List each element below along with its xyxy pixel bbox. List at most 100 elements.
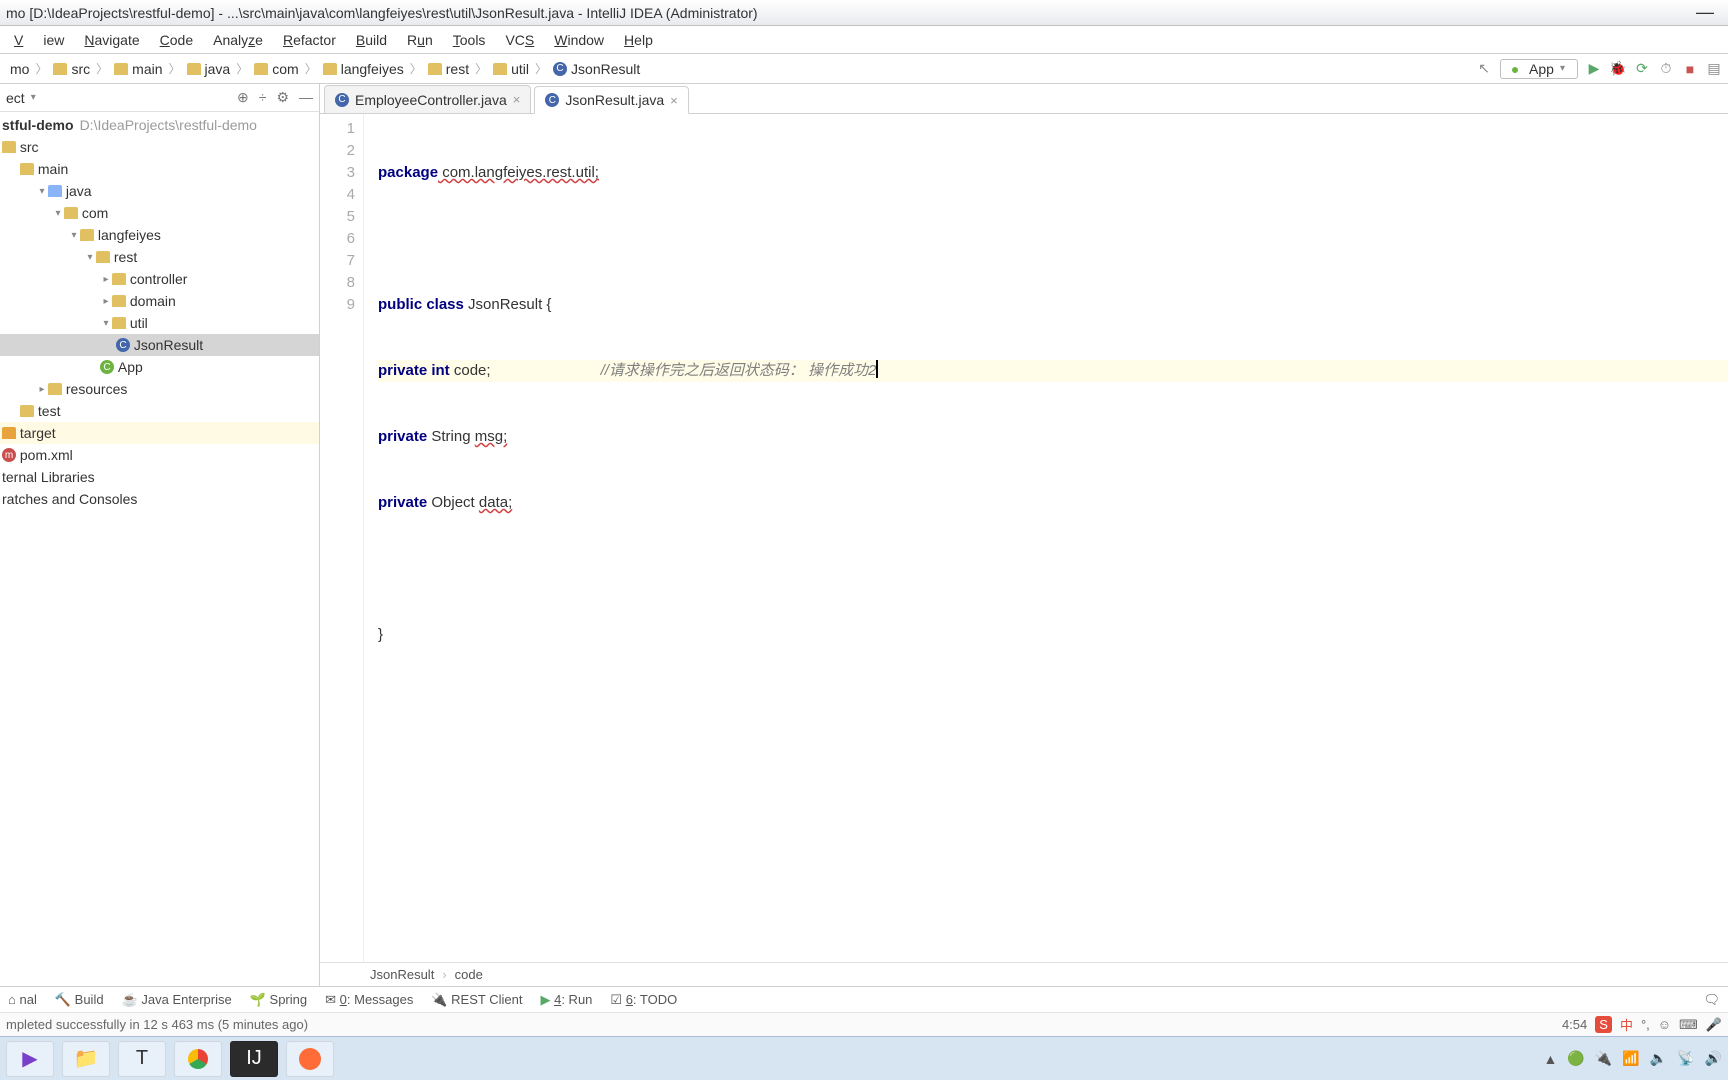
tree-langfeiyes[interactable]: ▾ langfeiyes	[0, 224, 319, 246]
breadcrumbs[interactable]: mo〉 src〉 main〉 java〉 com〉 langfeiyes〉 re…	[6, 60, 644, 78]
task-postman[interactable]	[286, 1041, 334, 1077]
chevron-down-icon[interactable]: ▾	[84, 252, 96, 263]
project-tree[interactable]: stful-demoD:\IdeaProjects\restful-demo s…	[0, 112, 319, 986]
tree-controller[interactable]: ▸ controller	[0, 268, 319, 290]
crumb-main[interactable]: main	[110, 60, 166, 78]
menu-run[interactable]: Run	[397, 29, 443, 51]
tree-app[interactable]: C App	[0, 356, 319, 378]
chevron-down-icon[interactable]: ▾	[36, 186, 48, 197]
menu-view[interactable]: View	[4, 29, 74, 51]
hide-icon[interactable]: —	[299, 89, 313, 106]
menu-refactor[interactable]: Refactor	[273, 29, 346, 51]
chevron-right-icon[interactable]: ▸	[100, 274, 112, 285]
chevron-right-icon[interactable]: ▸	[36, 384, 48, 395]
tree-root[interactable]: stful-demoD:\IdeaProjects\restful-demo	[0, 114, 319, 136]
tree-pom[interactable]: m pom.xml	[0, 444, 319, 466]
chevron-down-icon[interactable]: ▾	[68, 230, 80, 241]
menu-window[interactable]: Window	[544, 29, 614, 51]
tree-external-libs[interactable]: ternal Libraries	[0, 466, 319, 488]
tree-domain[interactable]: ▸ domain	[0, 290, 319, 312]
tray-status-icon[interactable]: 🟢	[1567, 1050, 1584, 1067]
tree-jsonresult[interactable]: C JsonResult	[0, 334, 319, 356]
menu-code[interactable]: Code	[150, 29, 203, 51]
ime-face[interactable]: ☺	[1658, 1017, 1671, 1032]
tray-up-icon[interactable]: ▲	[1544, 1051, 1558, 1067]
tree-scratches[interactable]: ratches and Consoles	[0, 488, 319, 510]
keyboard-icon[interactable]: ⌨	[1679, 1017, 1698, 1033]
crumb-com[interactable]: com	[250, 60, 302, 78]
toolwin-run[interactable]: ▶ 4: Run	[540, 992, 592, 1008]
chevron-down-icon[interactable]: ▾	[52, 208, 64, 219]
tree-main[interactable]: main	[0, 158, 319, 180]
tree-src[interactable]: src	[0, 136, 319, 158]
minimize-button[interactable]: —	[1688, 0, 1722, 25]
task-file-explorer[interactable]: 📁	[62, 1041, 110, 1077]
tray-volume-icon[interactable]: 🔈	[1650, 1050, 1667, 1067]
run-button[interactable]: ▶	[1586, 61, 1602, 77]
task-media-player[interactable]: ▶	[6, 1041, 54, 1077]
run-config-selector[interactable]: ● App ▾	[1500, 59, 1578, 79]
close-icon[interactable]: ×	[513, 92, 521, 107]
crumb-src[interactable]: src	[49, 60, 94, 78]
stop-button[interactable]: ■	[1682, 61, 1698, 77]
toolwin-spring[interactable]: 🌱 Spring	[250, 992, 307, 1008]
crumb-langfeiyes[interactable]: langfeiyes	[319, 60, 408, 78]
scroll-from-source-icon[interactable]: ⊕	[237, 89, 249, 106]
crumb-field[interactable]: code	[455, 967, 483, 982]
debug-button[interactable]: 🐞	[1610, 61, 1626, 77]
task-text-editor[interactable]: T	[118, 1041, 166, 1077]
chevron-right-icon[interactable]: ▸	[100, 296, 112, 307]
toolwin-java-enterprise[interactable]: ☕ Java Enterprise	[122, 992, 232, 1008]
tree-resources[interactable]: ▸ resources	[0, 378, 319, 400]
tab-json-result[interactable]: CJsonResult.java×	[534, 86, 688, 114]
task-intellij[interactable]: IJ	[230, 1041, 278, 1077]
mic-icon[interactable]: 🎤	[1706, 1017, 1722, 1033]
crumb-util[interactable]: util	[489, 60, 533, 78]
toolwin-terminal[interactable]: ⌂ nal	[8, 992, 37, 1007]
close-icon[interactable]: ×	[670, 93, 678, 108]
crumb-root[interactable]: mo	[6, 60, 33, 78]
tree-java[interactable]: ▾ java	[0, 180, 319, 202]
build-icon[interactable]: ↖	[1476, 61, 1492, 77]
ime-punct[interactable]: °,	[1641, 1017, 1650, 1032]
tab-employee-controller[interactable]: CEmployeeController.java×	[324, 85, 531, 113]
tray-wifi-icon[interactable]: 📡	[1677, 1050, 1694, 1067]
crumb-class[interactable]: JsonResult	[370, 967, 434, 982]
caret-position[interactable]: 4:54	[1562, 1017, 1587, 1032]
settings-icon[interactable]: ⚙	[276, 89, 289, 106]
menu-build[interactable]: Build	[346, 29, 397, 51]
crumb-rest[interactable]: rest	[424, 60, 473, 78]
toolwin-build[interactable]: 🔨 Build	[55, 992, 104, 1008]
editor-surface[interactable]: 123 456 789 package com.langfeiyes.rest.…	[320, 114, 1728, 962]
collapse-all-icon[interactable]: ÷	[259, 89, 267, 106]
profile-button[interactable]: ⏱	[1658, 61, 1674, 77]
tray-network-icon[interactable]: 📶	[1622, 1050, 1639, 1067]
tree-util[interactable]: ▾ util	[0, 312, 319, 334]
menu-analyze[interactable]: Analyze	[203, 29, 273, 51]
dump-button[interactable]: ▤	[1706, 61, 1722, 77]
crumb-file[interactable]: CJsonResult	[549, 60, 644, 78]
tree-test[interactable]: test	[0, 400, 319, 422]
toolwin-rest-client[interactable]: 🔌 REST Client	[431, 992, 522, 1008]
task-chrome[interactable]	[174, 1041, 222, 1077]
coverage-button[interactable]: ⟳	[1634, 61, 1650, 77]
menu-navigate[interactable]: Navigate	[74, 29, 149, 51]
editor-breadcrumb[interactable]: JsonResult › code	[320, 962, 1728, 986]
tree-target[interactable]: target	[0, 422, 319, 444]
toolwin-todo[interactable]: ☑ 6: TODO	[610, 992, 677, 1008]
tree-rest[interactable]: ▾ rest	[0, 246, 319, 268]
chevron-down-icon[interactable]: ▾	[31, 92, 36, 103]
menu-vcs[interactable]: VCS	[495, 29, 544, 51]
tree-com[interactable]: ▾ com	[0, 202, 319, 224]
tray-sound-icon[interactable]: 🔊	[1705, 1050, 1722, 1067]
menu-help[interactable]: Help	[614, 29, 663, 51]
ime-indicator[interactable]: S	[1595, 1016, 1612, 1033]
system-tray[interactable]: ▲ 🟢 🔌 📶 🔈 📡 🔊	[1544, 1050, 1722, 1067]
tray-power-icon[interactable]: 🔌	[1595, 1050, 1612, 1067]
chevron-down-icon[interactable]: ▾	[100, 318, 112, 329]
source-area[interactable]: package com.langfeiyes.rest.util; public…	[364, 114, 1728, 962]
toolwin-messages[interactable]: ✉ 0: 0: MessagesMessages	[325, 992, 413, 1008]
ime-lang[interactable]: 中	[1620, 1015, 1633, 1034]
event-log-icon[interactable]: 🗨	[1703, 992, 1720, 1008]
crumb-java[interactable]: java	[183, 60, 235, 78]
